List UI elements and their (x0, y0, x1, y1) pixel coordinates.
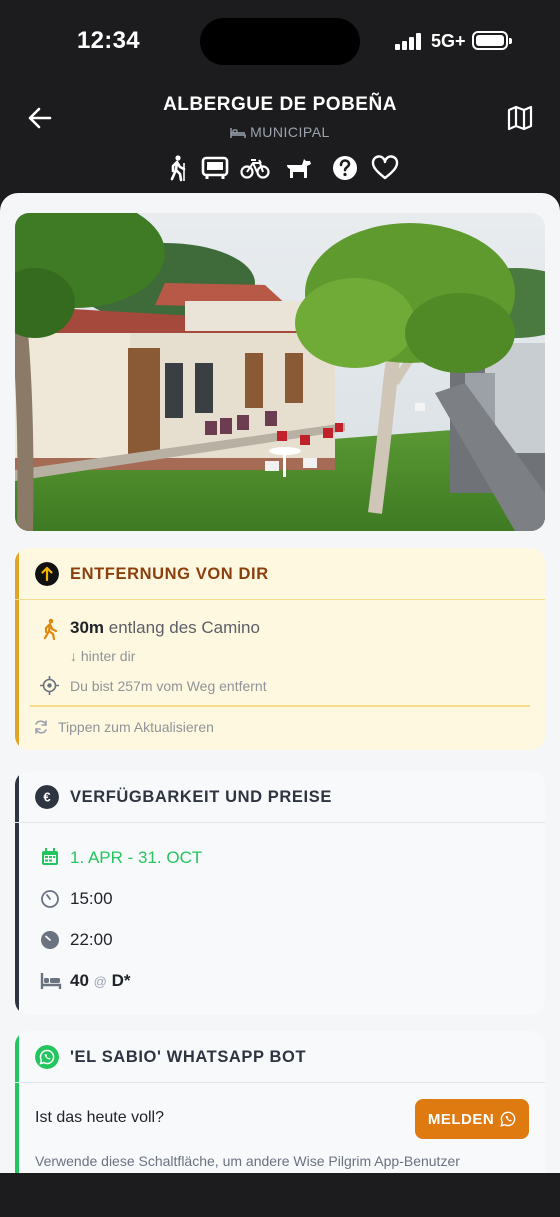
bed-icon (230, 126, 246, 142)
albergue-photo[interactable] (15, 213, 545, 531)
clock-open-icon (41, 890, 59, 908)
signal-icon (395, 32, 425, 50)
bicycle-icon[interactable] (240, 154, 270, 182)
bed-count: 40 (70, 971, 89, 990)
check-in-time: 15:00 (70, 889, 113, 908)
network-label: 5G+ (431, 31, 466, 51)
whatsapp-bot-card: 'EL SABIO' WHATSAPP BOT Ist das heute vo… (15, 1031, 545, 1173)
distance-suffix: entlang des Camino (104, 618, 260, 637)
calendar-icon (42, 848, 58, 865)
whatsapp-icon (35, 1045, 59, 1069)
at-sign: @ (93, 974, 107, 989)
arrow-up-circle-icon (35, 562, 59, 586)
albergue-type: MUNICIPAL (250, 124, 330, 140)
map-button[interactable] (504, 102, 536, 134)
feature-icons (164, 154, 400, 184)
bed-type: D* (111, 971, 131, 990)
distance-card[interactable]: ENTFERNUNG VON DIR 30m entlang des Camin… (15, 548, 545, 750)
distance-card-header: ENTFERNUNG VON DIR (15, 548, 545, 600)
refresh-hint[interactable]: Tippen zum Aktualisieren (58, 719, 214, 735)
status-time: 12:34 (77, 27, 140, 54)
battery-icon (472, 31, 512, 50)
bus-icon[interactable] (200, 154, 230, 182)
distance-value: 30m (70, 618, 105, 637)
svg-text:€: € (43, 790, 50, 805)
divider (30, 705, 530, 707)
map-icon (507, 105, 533, 131)
distance-text: 30m entlang des Camino (70, 618, 260, 638)
app-header: ALBERGUE DE POBEÑA MUNICIPAL (0, 84, 560, 194)
season-dates: 1. APR - 31. OCT (70, 848, 203, 867)
walker-icon[interactable] (164, 154, 194, 182)
availability-card-title: VERFÜGBARKEIT UND PREISE (70, 788, 332, 806)
closing-time: 22:00 (70, 930, 113, 949)
dynamic-island (200, 18, 360, 65)
availability-card: € VERFÜGBARKEIT UND PREISE 1. APR - 31. … (15, 771, 545, 1015)
refresh-icon[interactable] (33, 719, 49, 735)
detail-sheet: ENTFERNUNG VON DIR 30m entlang des Camin… (0, 193, 560, 1173)
direction-text: ↓ hinter dir (70, 648, 136, 664)
euro-icon: € (35, 785, 59, 809)
status-bar: 12:34 5G+ (0, 0, 560, 84)
page-title: ALBERGUE DE POBEÑA (163, 94, 397, 115)
report-button[interactable]: MELDEN (415, 1099, 529, 1139)
walking-icon (43, 618, 58, 640)
dog-icon[interactable] (284, 154, 314, 182)
clock-close-icon (41, 931, 59, 949)
bot-card-header: 'EL SABIO' WHATSAPP BOT (15, 1031, 545, 1083)
bot-card-title: 'EL SABIO' WHATSAPP BOT (70, 1048, 307, 1066)
page-subtitle: MUNICIPAL (0, 124, 560, 142)
availability-card-header: € VERFÜGBARKEIT UND PREISE (15, 771, 545, 823)
report-button-label: MELDEN (427, 1110, 495, 1128)
off-route-text: Du bist 257m vom Weg entfernt (70, 678, 267, 694)
whatsapp-icon (500, 1111, 516, 1127)
heart-icon[interactable] (370, 154, 400, 182)
question-icon[interactable] (330, 154, 360, 182)
distance-card-title: ENTFERNUNG VON DIR (70, 565, 269, 583)
bed-info: 40 @ D* (70, 971, 131, 991)
bot-description: Verwende diese Schaltfläche, um andere W… (35, 1153, 460, 1169)
bed-icon (40, 973, 62, 989)
bot-question: Ist das heute voll? (35, 1109, 164, 1126)
crosshair-icon (40, 676, 59, 695)
